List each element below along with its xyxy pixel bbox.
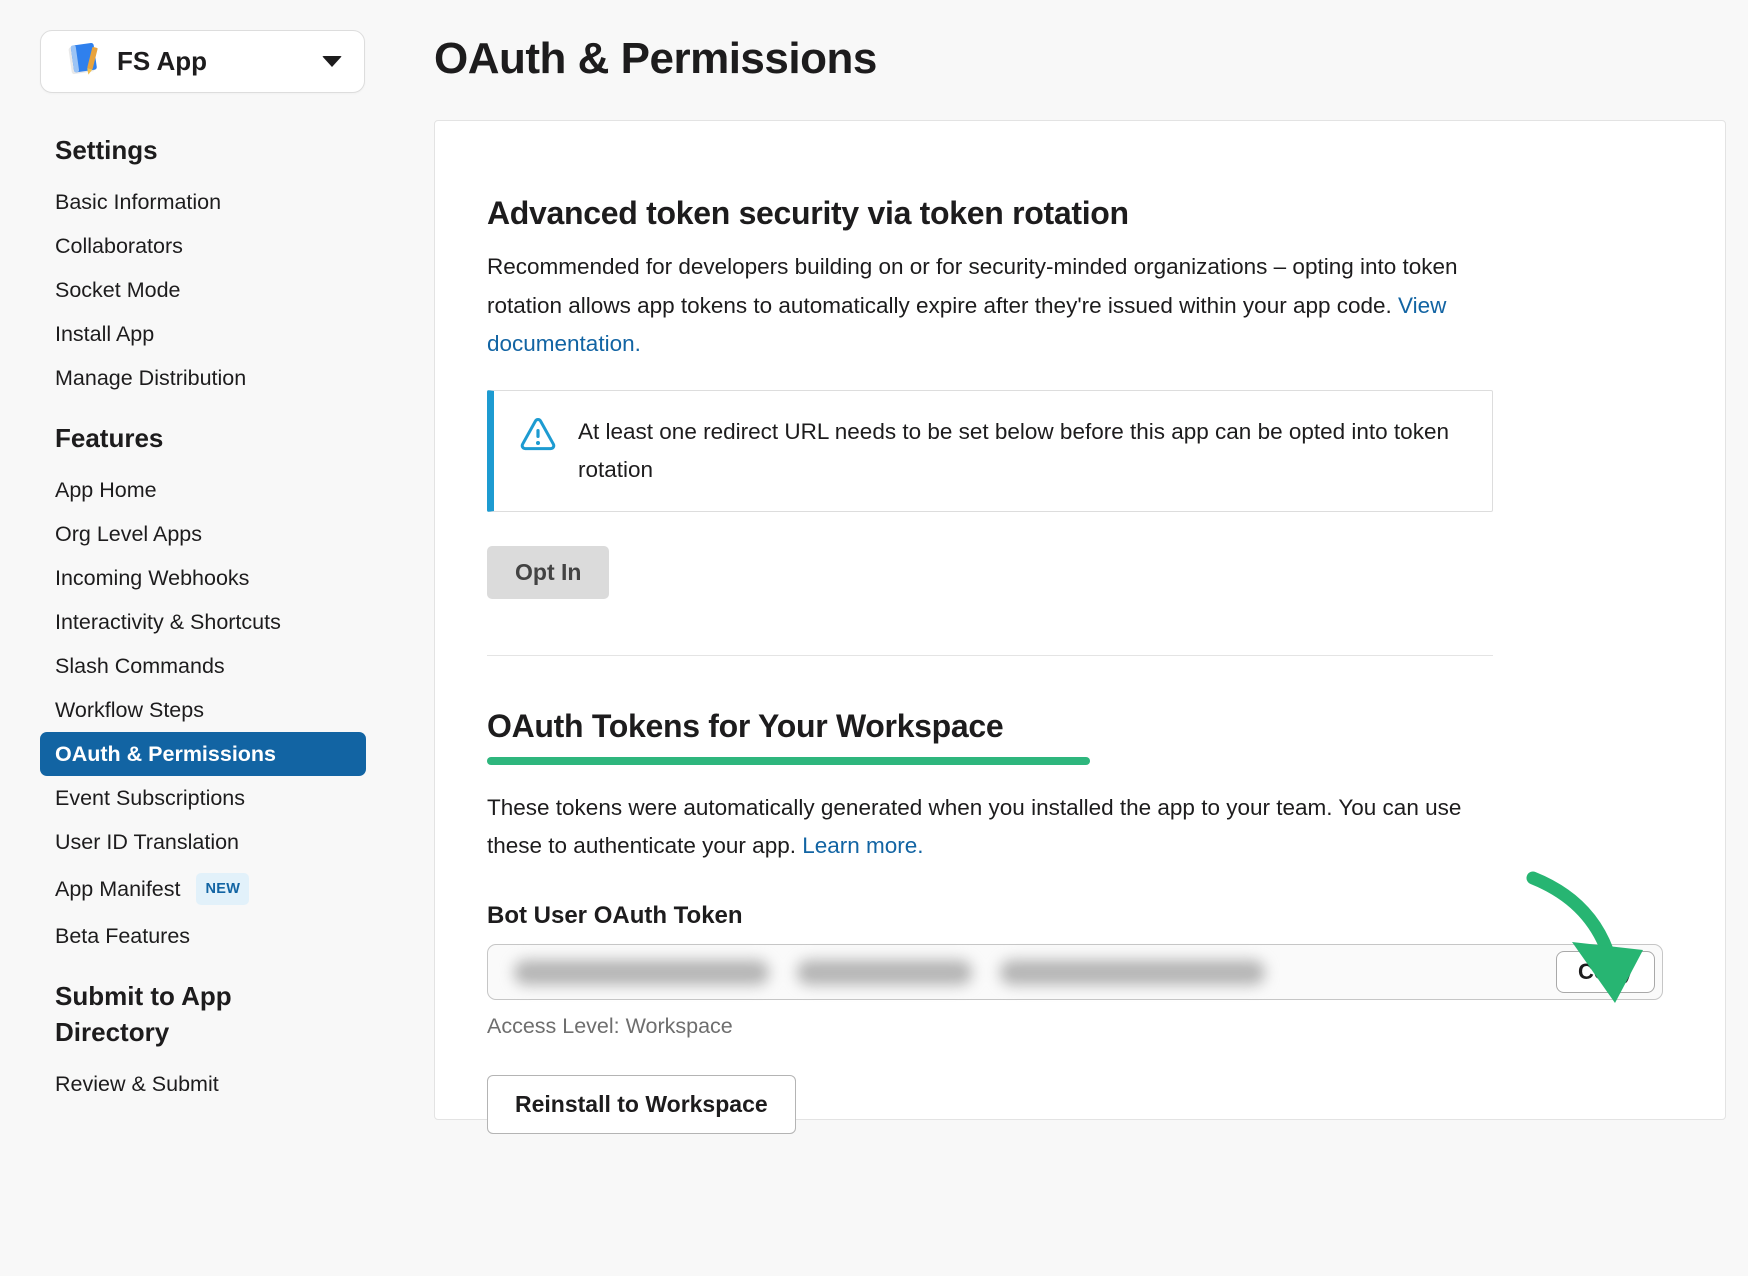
sidebar-item-oauth-permissions[interactable]: OAuth & Permissions xyxy=(40,732,366,776)
sidebar-item-app-manifest[interactable]: App Manifest NEW xyxy=(40,864,366,914)
opt-in-button[interactable]: Opt In xyxy=(487,546,609,599)
sidebar-nav: Settings Basic Information Collaborators… xyxy=(40,112,366,1106)
app-selector-label: FS App xyxy=(117,46,207,77)
sidebar-item-workflow-steps[interactable]: Workflow Steps xyxy=(40,688,366,732)
warning-text: At least one redirect URL needs to be se… xyxy=(578,413,1458,489)
oauth-tokens-description: These tokens were automatically generate… xyxy=(487,789,1491,866)
bot-token-value-redacted xyxy=(514,960,1265,985)
warning-icon xyxy=(520,418,556,456)
oauth-tokens-heading: OAuth Tokens for Your Workspace xyxy=(487,708,1673,745)
chevron-down-icon xyxy=(322,56,342,67)
sidebar-item-app-home[interactable]: App Home xyxy=(40,468,366,512)
sidebar-item-org-level-apps[interactable]: Org Level Apps xyxy=(40,512,366,556)
learn-more-link[interactable]: Learn more. xyxy=(802,833,923,858)
sidebar-item-incoming-webhooks[interactable]: Incoming Webhooks xyxy=(40,556,366,600)
green-underline xyxy=(487,757,1090,765)
sidebar-item-user-id-translation[interactable]: User ID Translation xyxy=(40,820,366,864)
sidebar-item-beta-features[interactable]: Beta Features xyxy=(40,914,366,958)
token-rotation-description-text: Recommended for developers building on o… xyxy=(487,254,1458,318)
sidebar-item-label: App Manifest xyxy=(55,877,180,901)
reinstall-to-workspace-button[interactable]: Reinstall to Workspace xyxy=(487,1075,796,1134)
copy-button[interactable]: Copy xyxy=(1556,951,1655,993)
sidebar-item-manage-distribution[interactable]: Manage Distribution xyxy=(40,356,366,400)
app-selector-dropdown[interactable]: FS App xyxy=(40,30,365,93)
sidebar-item-interactivity-shortcuts[interactable]: Interactivity & Shortcuts xyxy=(40,600,366,644)
redirect-url-warning-banner: At least one redirect URL needs to be se… xyxy=(487,390,1493,512)
section-divider xyxy=(487,655,1493,656)
sidebar-item-install-app[interactable]: Install App xyxy=(40,312,366,356)
oauth-permissions-card: Advanced token security via token rotati… xyxy=(434,120,1726,1120)
oauth-tokens-description-text: These tokens were automatically generate… xyxy=(487,795,1461,859)
sidebar-item-basic-information[interactable]: Basic Information xyxy=(40,180,366,224)
token-rotation-description: Recommended for developers building on o… xyxy=(487,248,1491,364)
sidebar-heading-settings: Settings xyxy=(55,132,305,168)
access-level-text: Access Level: Workspace xyxy=(487,1014,1673,1039)
bot-user-oauth-token-label: Bot User OAuth Token xyxy=(487,902,1673,930)
bot-token-field[interactable]: Copy xyxy=(487,944,1663,1000)
sidebar-heading-submit-to-app-directory: Submit to App Directory xyxy=(55,978,305,1050)
page-title: OAuth & Permissions xyxy=(434,34,877,84)
sidebar-item-review-submit[interactable]: Review & Submit xyxy=(40,1062,366,1106)
sidebar-item-socket-mode[interactable]: Socket Mode xyxy=(40,268,366,312)
new-badge: NEW xyxy=(196,873,249,905)
app-icon xyxy=(63,39,103,84)
sidebar-item-collaborators[interactable]: Collaborators xyxy=(40,224,366,268)
sidebar-item-event-subscriptions[interactable]: Event Subscriptions xyxy=(40,776,366,820)
sidebar-item-slash-commands[interactable]: Slash Commands xyxy=(40,644,366,688)
token-rotation-heading: Advanced token security via token rotati… xyxy=(487,195,1673,232)
sidebar-heading-features: Features xyxy=(55,420,305,456)
